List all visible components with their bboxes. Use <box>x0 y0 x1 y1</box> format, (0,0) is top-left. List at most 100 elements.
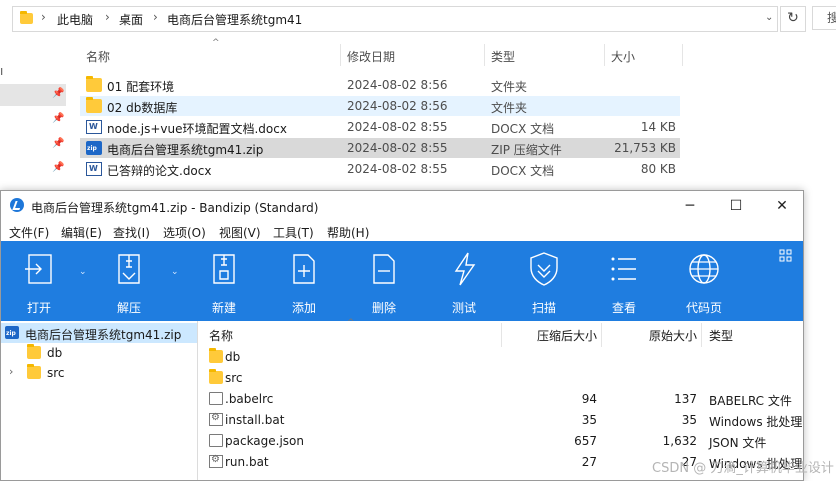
new-archive-label: 新建 <box>211 301 236 315</box>
item-name: install.bat <box>225 413 285 427</box>
file-type: ZIP 压缩文件 <box>491 143 562 157</box>
item-type: JSON 文件 <box>709 436 767 450</box>
column-header-size[interactable]: 大小 <box>611 48 635 65</box>
column-divider <box>682 44 683 66</box>
item-original-size: 1,632 <box>662 434 697 448</box>
sort-arrow-icon: ^ <box>347 318 355 328</box>
search-box[interactable]: 搜 <box>812 6 836 30</box>
folder-icon <box>209 348 223 363</box>
chevron-right-icon: › <box>153 10 158 24</box>
item-packed-size: 35 <box>581 413 597 427</box>
file-modified: 2024-08-02 8:55 <box>347 141 448 155</box>
list-item[interactable]: src <box>201 368 803 388</box>
column-header-packed-size[interactable]: 压缩后大小 <box>537 327 597 344</box>
window-title: 电商后台管理系统tgm41.zip - Bandizip (Standard) <box>31 201 319 215</box>
add-button[interactable]: 添加 <box>269 241 339 321</box>
layout-grid-icon[interactable] <box>779 249 793 263</box>
nav-pane-edge: ı <box>0 64 4 78</box>
column-header-name[interactable]: 名称 <box>209 327 233 344</box>
menu-tools[interactable]: 工具(T) <box>273 224 314 241</box>
close-button[interactable]: ✕ <box>759 191 803 221</box>
test-label: 测试 <box>451 301 476 315</box>
item-original-size: 137 <box>674 392 697 406</box>
menu-find[interactable]: 查找(I) <box>113 224 150 241</box>
breadcrumb-this-pc[interactable]: 此电脑 <box>57 11 93 28</box>
file-row[interactable]: 电商后台管理系统tgm41.zip 2024-08-02 8:55 ZIP 压缩… <box>80 138 680 158</box>
view-button[interactable]: 查看 <box>589 241 659 321</box>
pin-icon: 📌 <box>52 88 65 99</box>
menu-help[interactable]: 帮助(H) <box>327 224 369 241</box>
file-modified: 2024-08-02 8:56 <box>347 99 448 113</box>
file-row[interactable]: node.js+vue环境配置文档.docx 2024-08-02 8:55 D… <box>80 117 680 137</box>
address-bar[interactable]: › 此电脑 › 桌面 › 电商后台管理系统tgm41 ⌄ <box>12 6 778 32</box>
menu-file[interactable]: 文件(F) <box>9 224 49 241</box>
tree-item-db[interactable]: db <box>1 343 197 363</box>
codepage-button[interactable]: 代码页 <box>669 241 739 321</box>
tree-item-label: src <box>47 366 65 380</box>
menu-options[interactable]: 选项(O) <box>163 224 206 241</box>
tree-item-src[interactable]: › src <box>1 363 197 383</box>
menu-bar: 文件(F) 编辑(E) 查找(I) 选项(O) 视图(V) 工具(T) 帮助(H… <box>1 221 803 241</box>
file-size: 14 KB <box>640 120 676 134</box>
file-row[interactable]: 已答辩的论文.docx 2024-08-02 8:55 DOCX 文档 80 K… <box>80 159 680 179</box>
menu-edit[interactable]: 编辑(E) <box>61 224 102 241</box>
file-size: 21,753 KB <box>614 141 676 155</box>
item-type: BABELRC 文件 <box>709 394 792 408</box>
watermark: CSDN @ 刀滴_计算机毕业设计 <box>652 461 834 476</box>
file-name: 电商后台管理系统tgm41.zip <box>107 143 264 157</box>
file-type: DOCX 文档 <box>491 122 555 136</box>
column-divider <box>701 323 702 347</box>
view-label: 查看 <box>611 301 636 315</box>
column-header-type[interactable]: 类型 <box>709 327 733 344</box>
batch-file-icon <box>209 412 223 426</box>
shield-icon <box>530 252 558 286</box>
folder-icon <box>20 11 33 24</box>
chevron-down-icon[interactable]: ⌄ <box>171 267 179 277</box>
title-bar[interactable]: 电商后台管理系统tgm41.zip - Bandizip (Standard) … <box>1 191 803 221</box>
lightning-icon <box>454 252 476 286</box>
file-row[interactable]: 01 配套环境 2024-08-02 8:56 文件夹 <box>80 75 680 95</box>
minimize-button[interactable]: ─ <box>667 191 713 221</box>
file-type: 文件夹 <box>491 80 528 94</box>
column-header-modified[interactable]: 修改日期 <box>347 48 395 65</box>
column-header-name[interactable]: 名称 <box>86 48 110 65</box>
list-item[interactable]: package.json 657 1,632 JSON 文件 <box>201 431 803 451</box>
refresh-button[interactable]: ↻ <box>780 6 806 32</box>
zip-file-icon <box>86 141 102 155</box>
list-item[interactable]: .babelrc 94 137 BABELRC 文件 <box>201 389 803 409</box>
test-button[interactable]: 测试 <box>429 241 499 321</box>
column-header-type[interactable]: 类型 <box>491 48 515 65</box>
menu-view[interactable]: 视图(V) <box>219 224 261 241</box>
open-label: 打开 <box>26 301 51 315</box>
tree-item-label: 电商后台管理系统tgm41.zip <box>25 328 182 342</box>
extract-icon <box>118 254 140 284</box>
list-item[interactable]: db <box>201 347 803 367</box>
file-row[interactable]: 02 db数据库 2024-08-02 8:56 文件夹 <box>80 96 680 116</box>
bandizip-logo-icon <box>10 198 24 212</box>
delete-file-icon <box>373 254 395 284</box>
chevron-down-icon[interactable]: ⌄ <box>79 267 87 277</box>
file-name: node.js+vue环境配置文档.docx <box>107 122 287 136</box>
scan-button[interactable]: 扫描 <box>509 241 579 321</box>
extract-label: 解压 <box>116 301 141 315</box>
extract-button[interactable]: 解压 <box>94 241 164 321</box>
add-label: 添加 <box>291 301 316 315</box>
tree-item-root[interactable]: 电商后台管理系统tgm41.zip <box>1 323 197 343</box>
codepage-label: 代码页 <box>685 301 722 315</box>
pin-icon: 📌 <box>52 113 65 124</box>
breadcrumb-current-folder[interactable]: 电商后台管理系统tgm41 <box>167 11 302 28</box>
column-header-original-size[interactable]: 原始大小 <box>649 327 697 344</box>
breadcrumb-desktop[interactable]: 桌面 <box>119 11 143 28</box>
delete-label: 删除 <box>371 301 396 315</box>
globe-icon <box>689 254 719 284</box>
open-button[interactable]: 打开 <box>4 241 74 321</box>
delete-button[interactable]: 删除 <box>349 241 419 321</box>
file-name: 02 db数据库 <box>107 101 178 115</box>
tree-item-label: db <box>47 346 63 360</box>
new-archive-button[interactable]: 新建 <box>189 241 259 321</box>
file-type: 文件夹 <box>491 101 528 115</box>
chevron-down-icon[interactable]: ⌄ <box>765 12 773 23</box>
maximize-button[interactable]: ☐ <box>713 191 759 221</box>
chevron-right-icon[interactable]: › <box>9 365 13 378</box>
list-item[interactable]: install.bat 35 35 Windows 批处理 <box>201 410 803 430</box>
